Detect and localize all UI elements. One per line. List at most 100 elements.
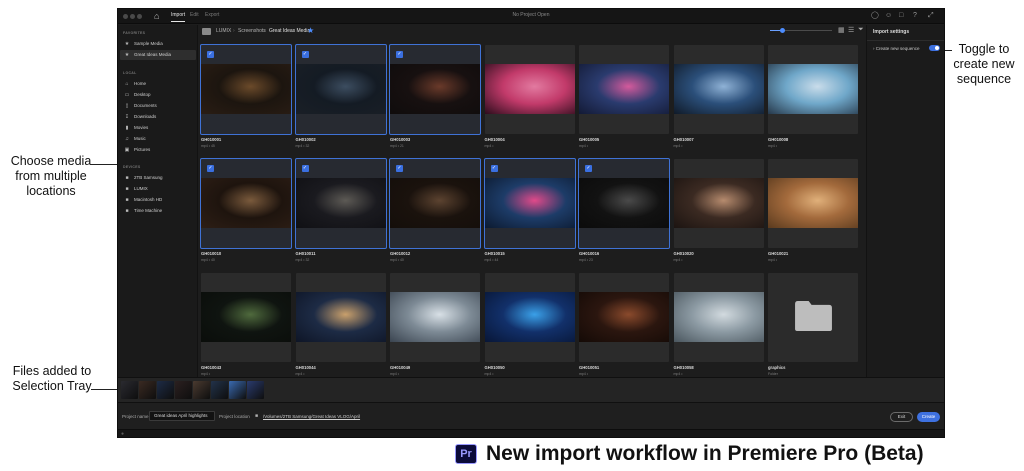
sync-icon[interactable]: ◯: [871, 12, 879, 20]
tray-thumbnail[interactable]: [247, 381, 264, 399]
sidebar-item-desktop[interactable]: ▭ Desktop: [120, 90, 196, 100]
tile-card[interactable]: [201, 273, 291, 362]
close-window-button[interactable]: [123, 14, 128, 19]
thumbnail-size-handle[interactable]: [779, 28, 785, 33]
sidebar-item-documents[interactable]: ▯ Documents: [120, 101, 196, 111]
breadcrumb-screenshots[interactable]: Screenshots: [238, 28, 266, 34]
folder-icon[interactable]: ■: [255, 413, 258, 419]
media-tile[interactable]: GH010004 mp4 •: [484, 45, 575, 149]
tile-card[interactable]: [673, 45, 764, 134]
tile-card[interactable]: [768, 273, 858, 362]
selected-checkbox[interactable]: ✓: [490, 165, 498, 172]
sidebar-item-music[interactable]: ♫ Music: [120, 134, 196, 144]
tile-card[interactable]: [579, 273, 669, 362]
media-tile[interactable]: ✓ GH010012 mp4 • 40: [389, 158, 481, 263]
help-icon[interactable]: ?: [913, 12, 917, 20]
media-tile[interactable]: ✓ GH010016 mp4 • 23: [578, 158, 670, 263]
favorite-star-icon[interactable]: ★: [307, 26, 314, 35]
media-tile[interactable]: GH010058 mp4 •: [673, 273, 764, 377]
tile-card[interactable]: ✓: [578, 158, 670, 249]
sidebar-item-pictures[interactable]: ▣ Pictures: [120, 145, 196, 155]
tile-card[interactable]: [579, 45, 669, 134]
tile-card[interactable]: [484, 45, 575, 134]
project-location-link[interactable]: /Volumes/2TB Samsung/Great Ideas VLOG/Ap…: [263, 414, 360, 419]
breadcrumb-great-ideas-media[interactable]: Great Ideas Media: [269, 28, 310, 34]
tile-card[interactable]: [390, 273, 480, 362]
media-tile[interactable]: GH010005 mp4 •: [579, 45, 669, 149]
zoom-window-button[interactable]: [137, 14, 142, 19]
tile-card[interactable]: ✓: [294, 44, 387, 135]
tile-card[interactable]: [673, 273, 764, 362]
breadcrumb-lumix[interactable]: LUMIX: [216, 28, 231, 34]
media-tile[interactable]: ✓ GH010015 mp4 • 44: [483, 158, 576, 263]
tray-thumbnail[interactable]: [211, 381, 228, 399]
media-tile[interactable]: GH010051 mp4 •: [579, 273, 669, 377]
tab-import[interactable]: Import: [171, 12, 186, 22]
tile-card[interactable]: [673, 159, 764, 248]
tile-card[interactable]: [768, 159, 858, 248]
sidebar-item-lumix[interactable]: ■ LUMIX: [120, 184, 196, 194]
filter-icon[interactable]: ⏷: [858, 26, 864, 34]
create-sequence-row[interactable]: › Create new sequence: [873, 46, 920, 51]
selected-checkbox[interactable]: ✓: [301, 51, 309, 58]
media-tile[interactable]: ✓ GH010001 mp4 • 45: [200, 44, 292, 149]
home-icon[interactable]: ⌂: [154, 11, 159, 21]
tray-thumbnail[interactable]: [157, 381, 174, 399]
sidebar-item-sample-media[interactable]: ★ Sample Media: [120, 39, 196, 49]
sidebar-item-2tb-samsung[interactable]: ■ 2TB Samsung: [120, 173, 196, 183]
sidebar-item-home[interactable]: ⌂ Home: [120, 79, 196, 89]
tile-card[interactable]: [768, 45, 858, 134]
media-tile[interactable]: GH010049 mp4 •: [390, 273, 480, 377]
tab-edit[interactable]: Edit: [190, 12, 199, 18]
media-tile[interactable]: ✓ GH010011 mp4 • 32: [294, 158, 387, 263]
tile-card[interactable]: [484, 273, 575, 362]
tab-export[interactable]: Export: [205, 12, 219, 18]
selected-checkbox[interactable]: ✓: [207, 51, 214, 58]
create-sequence-toggle[interactable]: [929, 45, 940, 51]
tile-card[interactable]: ✓: [200, 44, 292, 135]
selected-checkbox[interactable]: ✓: [301, 165, 309, 172]
create-button[interactable]: Create: [917, 412, 940, 422]
sidebar-item-macintosh-hd[interactable]: ■ Macintosh HD: [120, 195, 196, 205]
exit-button[interactable]: Exit: [890, 412, 913, 422]
user-icon[interactable]: ☺: [885, 12, 892, 20]
media-tile[interactable]: ✓ GH010010 mp4 • 40: [200, 158, 292, 263]
tile-card[interactable]: ✓: [200, 158, 292, 249]
tray-thumbnail[interactable]: [139, 381, 156, 399]
fullscreen-icon[interactable]: ⤢: [928, 12, 934, 20]
media-tile[interactable]: ✓ GH010002 mp4 • 32: [294, 44, 387, 149]
media-tile[interactable]: GH010050 mp4 •: [484, 273, 575, 377]
message-icon[interactable]: □: [899, 12, 903, 20]
tile-card[interactable]: ✓: [389, 44, 481, 135]
selected-checkbox[interactable]: ✓: [585, 165, 592, 172]
selected-checkbox[interactable]: ✓: [396, 51, 403, 58]
tile-card[interactable]: ✓: [483, 158, 576, 249]
tray-thumbnail[interactable]: [121, 381, 138, 399]
sidebar-item-great-ideas-media[interactable]: ★ Great Ideas Media: [120, 50, 196, 60]
tray-thumbnail[interactable]: [175, 381, 192, 399]
media-tile[interactable]: GH010021 mp4 •: [768, 159, 858, 263]
project-name-field[interactable]: Great ideas April highlights: [149, 411, 215, 421]
download-icon: ↧: [124, 114, 130, 120]
media-folder-tile[interactable]: graphics Folder: [768, 273, 858, 377]
tile-card[interactable]: [295, 273, 386, 362]
media-tile[interactable]: GH010008 mp4 •: [768, 45, 858, 149]
selected-checkbox[interactable]: ✓: [396, 165, 403, 172]
grid-view-icon[interactable]: ▦: [838, 26, 845, 34]
sidebar-item-time-machine[interactable]: ■ Time Machine: [120, 206, 196, 216]
media-tile[interactable]: GH010020 mp4 •: [673, 159, 764, 263]
media-tile[interactable]: GH010043 mp4 •: [201, 273, 291, 377]
minimize-window-button[interactable]: [130, 14, 135, 19]
media-tile[interactable]: GH010007 mp4 •: [673, 45, 764, 149]
media-tile[interactable]: ✓ GH010003 mp4 • 21: [389, 44, 481, 149]
media-tile[interactable]: GH010044 mp4 •: [295, 273, 386, 377]
tray-thumbnail[interactable]: [229, 381, 246, 399]
tile-card[interactable]: ✓: [294, 158, 387, 249]
tile-card[interactable]: ✓: [389, 158, 481, 249]
selected-checkbox[interactable]: ✓: [207, 165, 214, 172]
thumbnail-size-slider[interactable]: [770, 28, 832, 33]
tray-thumbnail[interactable]: [193, 381, 210, 399]
sidebar-item-downloads[interactable]: ↧ Downloads: [120, 112, 196, 122]
list-view-icon[interactable]: ☰: [848, 26, 854, 34]
sidebar-item-movies[interactable]: ▮ Movies: [120, 123, 196, 133]
